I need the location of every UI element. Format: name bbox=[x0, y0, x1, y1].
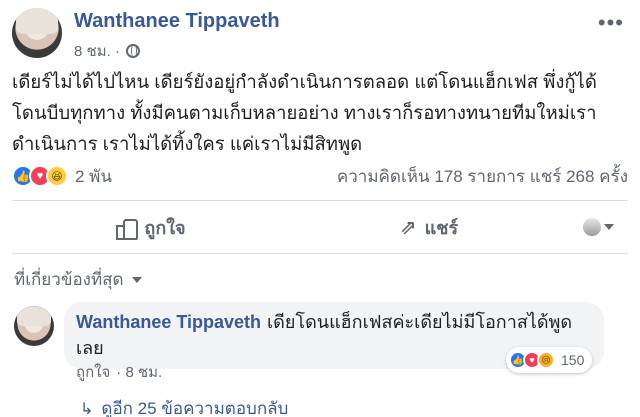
more-options-icon[interactable]: ••• bbox=[598, 10, 624, 36]
post-time[interactable]: 8 ชม. · bbox=[74, 39, 120, 63]
post-meta: 8 ชม. · bbox=[74, 39, 140, 63]
reaction-identity-selector[interactable] bbox=[568, 218, 628, 236]
share-button-label: แชร์ bbox=[424, 217, 459, 238]
sad-icon: 😢 bbox=[537, 351, 555, 369]
reactions-row: 👍 ♥ 😆 2 พัน ความคิดเห็น 178 รายการ แชร์ … bbox=[12, 162, 628, 190]
comment-sort-dropdown[interactable]: ที่เกี่ยวข้องที่สุด bbox=[14, 266, 142, 293]
action-bar: ถูกใจ ⇗ แชร์ bbox=[12, 200, 628, 254]
share-icon: ⇗ bbox=[399, 216, 417, 239]
reply-arrow-icon: ↳ bbox=[80, 400, 94, 417]
view-replies-label: ดูอีก 25 ข้อความตอบกลับ bbox=[101, 399, 289, 417]
comment-time[interactable]: · 8 ชม. bbox=[116, 360, 162, 384]
comment-actions: ถูกใจ · 8 ชม. bbox=[76, 360, 162, 384]
author-avatar[interactable] bbox=[12, 8, 62, 58]
haha-icon: 😆 bbox=[46, 165, 68, 187]
post-text: เดียร์ไม่ได้ไปไหน เดียร์ยังอยู่กำลังดำเน… bbox=[12, 71, 597, 154]
comment-reaction-count: 150 bbox=[561, 352, 585, 368]
like-button[interactable]: ถูกใจ bbox=[12, 213, 290, 242]
chevron-down-icon bbox=[131, 276, 142, 283]
comment-author-avatar[interactable] bbox=[14, 306, 54, 346]
thumb-up-icon bbox=[116, 217, 139, 240]
post-reactions-summary[interactable]: 👍 ♥ 😆 2 พัน bbox=[12, 163, 112, 190]
comment-like-link[interactable]: ถูกใจ bbox=[76, 360, 110, 384]
chevron-down-icon bbox=[603, 224, 614, 230]
post-header: Wanthanee Tippaveth 8 ชม. · ••• bbox=[12, 6, 628, 62]
post-author-name[interactable]: Wanthanee Tippaveth bbox=[74, 10, 280, 33]
comment-author-name[interactable]: Wanthanee Tippaveth bbox=[76, 312, 261, 332]
globe-icon bbox=[125, 44, 140, 58]
share-button[interactable]: ⇗ แชร์ bbox=[290, 213, 568, 242]
post-stats[interactable]: ความคิดเห็น 178 รายการ แชร์ 268 ครั้ง bbox=[337, 163, 628, 190]
comment-reactions-summary[interactable]: 👍 ♥ 😢 150 bbox=[506, 347, 593, 373]
view-replies-link[interactable]: ↳ ดูอีก 25 ข้อความตอบกลับ bbox=[80, 395, 288, 417]
like-button-label: ถูกใจ bbox=[144, 217, 186, 238]
profile-avatar-small bbox=[582, 218, 601, 236]
reaction-count[interactable]: 2 พัน bbox=[75, 163, 112, 190]
comment-sort-label: ที่เกี่ยวข้องที่สุด bbox=[14, 270, 124, 289]
